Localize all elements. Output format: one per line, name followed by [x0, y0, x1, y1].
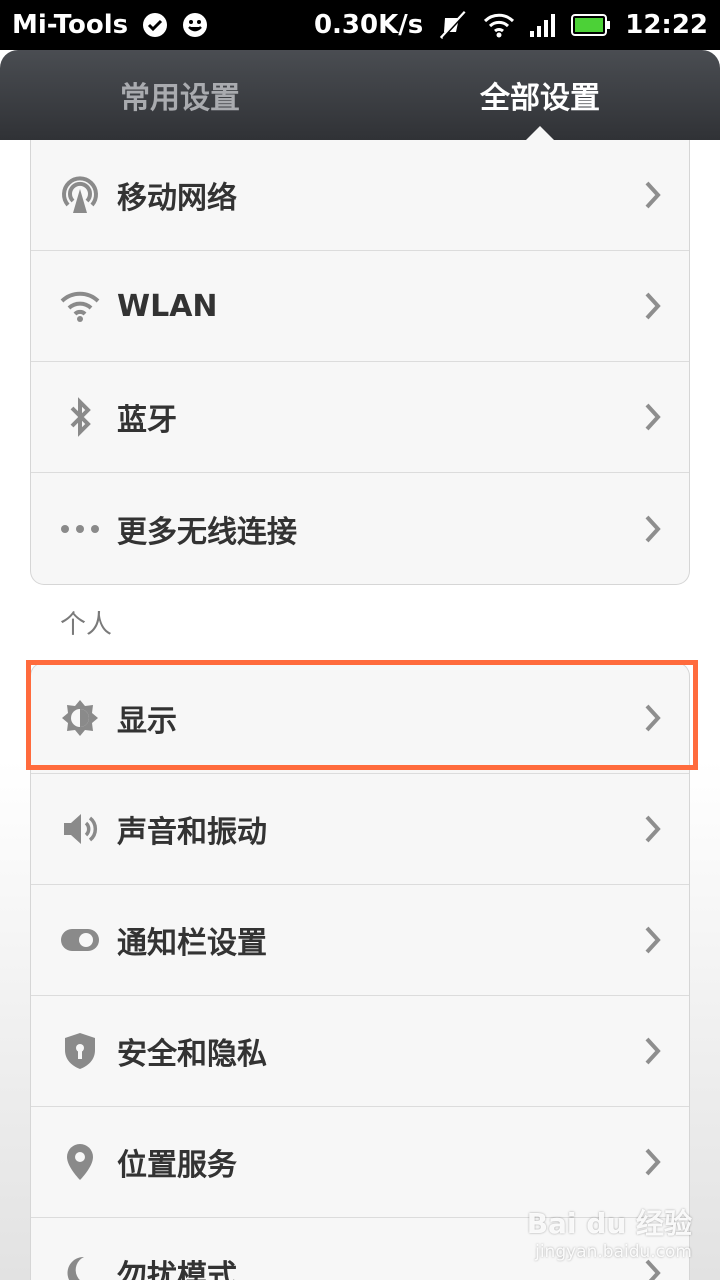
wifi-icon	[59, 285, 101, 327]
status-bar: Mi-Tools 0.30K/s 12:22	[0, 0, 720, 50]
network-speed: 0.30K/s	[313, 10, 424, 40]
toggle-icon	[59, 919, 101, 961]
shield-icon	[59, 1030, 101, 1072]
moon-icon	[59, 1252, 101, 1280]
list-item-notification-bar[interactable]: 通知栏设置	[31, 885, 689, 996]
list-item-more-wireless[interactable]: 更多无线连接	[31, 473, 689, 584]
list-item-bluetooth[interactable]: 蓝牙	[31, 362, 689, 473]
watermark-brand: Bai du 经验	[526, 1207, 692, 1240]
list-item-label: 蓝牙	[117, 403, 177, 438]
list-item-label: 显示	[117, 704, 177, 739]
section-header-personal: 个人	[60, 610, 113, 640]
list-item-label: 安全和隐私	[117, 1037, 267, 1072]
wifi-icon	[483, 12, 515, 38]
battery-icon	[571, 13, 611, 37]
smiley-icon	[182, 12, 208, 38]
list-item-label: 更多无线连接	[117, 514, 297, 550]
list-item-display[interactable]: 显示	[31, 663, 689, 774]
chevron-right-icon	[641, 1144, 665, 1180]
tab-all-settings[interactable]: 全部设置	[360, 50, 720, 140]
settings-tab-bar: 常用设置 全部设置	[0, 50, 720, 140]
mobile-network-icon	[59, 174, 101, 216]
list-item-wlan[interactable]: WLAN	[31, 251, 689, 362]
more-dots-icon	[59, 508, 101, 550]
chevron-right-icon	[641, 399, 665, 435]
muted-notification-icon	[437, 10, 469, 40]
chevron-right-icon	[641, 1033, 665, 1069]
chevron-right-icon	[641, 288, 665, 324]
location-pin-icon	[59, 1141, 101, 1183]
signal-icon	[529, 12, 557, 38]
chevron-right-icon	[641, 177, 665, 213]
list-item-label: 通知栏设置	[117, 926, 267, 961]
watermark-url: jingyan.baidu.com	[535, 1242, 692, 1262]
tab-common-settings[interactable]: 常用设置	[0, 50, 360, 140]
wireless-settings-list: 移动网络 WLAN 蓝牙 更多无线连接	[30, 140, 690, 585]
status-time: 12:22	[625, 10, 708, 40]
list-item-label: 位置服务	[117, 1148, 237, 1183]
list-item-sound-vibration[interactable]: 声音和振动	[31, 774, 689, 885]
check-circle-icon	[142, 12, 168, 38]
list-item-label: 移动网络	[117, 181, 237, 216]
chevron-right-icon	[641, 511, 665, 547]
chevron-right-icon	[641, 700, 665, 736]
chevron-right-icon	[641, 811, 665, 847]
list-item-label: 声音和振动	[117, 815, 267, 850]
list-item-mobile-network[interactable]: 移动网络	[31, 140, 689, 251]
list-item-label: WLAN	[117, 288, 218, 324]
bluetooth-icon	[59, 396, 101, 438]
personal-settings-list: 显示 声音和振动 通知栏设置 安全和隐私 位置服务 勿扰模式	[30, 662, 690, 1280]
display-brightness-icon	[59, 697, 101, 739]
list-item-security-privacy[interactable]: 安全和隐私	[31, 996, 689, 1107]
speaker-icon	[59, 808, 101, 850]
chevron-right-icon	[641, 922, 665, 958]
baidu-watermark: Bai du 经验 jingyan.baidu.com	[527, 1202, 692, 1262]
status-app-name: Mi-Tools	[12, 10, 129, 40]
